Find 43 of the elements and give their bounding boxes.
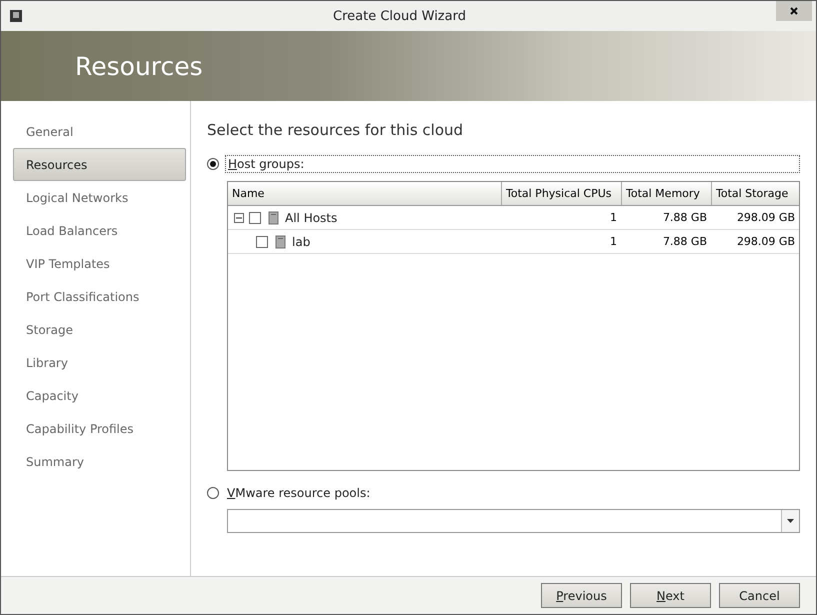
nav-item[interactable]: Resources xyxy=(13,148,186,181)
nav-item[interactable]: Summary xyxy=(15,445,186,478)
table-cell-text: 1 xyxy=(609,210,618,226)
nav-item[interactable]: General xyxy=(15,115,186,148)
nav-item[interactable]: Capacity xyxy=(15,379,186,412)
host-group-name: lab xyxy=(292,234,310,248)
nav-item[interactable]: Capability Profiles xyxy=(15,412,186,445)
server-icon xyxy=(273,234,287,248)
nav-item[interactable]: VIP Templates xyxy=(15,247,186,280)
wizard-button[interactable]: Next xyxy=(630,583,711,608)
radio-button[interactable] xyxy=(207,158,219,170)
server-icon xyxy=(266,210,280,224)
wizard-button[interactable]: Previous xyxy=(541,583,622,608)
wizard-button[interactable]: Cancel xyxy=(719,583,800,608)
checkbox[interactable] xyxy=(256,236,268,248)
dropdown-field[interactable] xyxy=(227,509,800,533)
radio-label[interactable]: Host groups: xyxy=(225,155,800,173)
nav-item[interactable]: Port Classifications xyxy=(15,280,186,313)
column-header[interactable]: Name xyxy=(228,182,501,205)
page-title: Resources xyxy=(75,52,203,80)
column-header[interactable]: Total Storage xyxy=(711,182,799,205)
table-cell-text: 7.88 GB xyxy=(662,234,708,250)
column-header[interactable]: Total Physical CPUs xyxy=(501,182,621,205)
table-cell-text: 1 xyxy=(609,234,618,250)
nav-item[interactable]: Library xyxy=(15,346,186,379)
table-cell-text: 298.09 GB xyxy=(736,234,796,250)
column-header[interactable]: Total Memory xyxy=(621,182,711,205)
host-group-name: All Hosts xyxy=(285,210,338,224)
app-icon xyxy=(9,9,23,23)
nav-item[interactable]: Logical Networks xyxy=(15,181,186,214)
radio-button[interactable] xyxy=(207,487,219,499)
table-cell-text: 7.88 GB xyxy=(662,210,708,226)
radio-label[interactable]: VMware resource pools: xyxy=(225,485,372,501)
table-cell-text: 298.09 GB xyxy=(736,210,796,226)
checkbox[interactable] xyxy=(249,212,261,224)
collapse-icon[interactable] xyxy=(234,212,244,222)
close-icon xyxy=(790,7,798,15)
section-heading: Select the resources for this cloud xyxy=(207,121,464,139)
close-button[interactable] xyxy=(776,1,812,21)
nav-item[interactable]: Storage xyxy=(15,313,186,346)
caret-icon[interactable] xyxy=(781,510,799,532)
window-title: Create Cloud Wizard xyxy=(333,8,466,24)
nav-item[interactable]: Load Balancers xyxy=(15,214,186,247)
